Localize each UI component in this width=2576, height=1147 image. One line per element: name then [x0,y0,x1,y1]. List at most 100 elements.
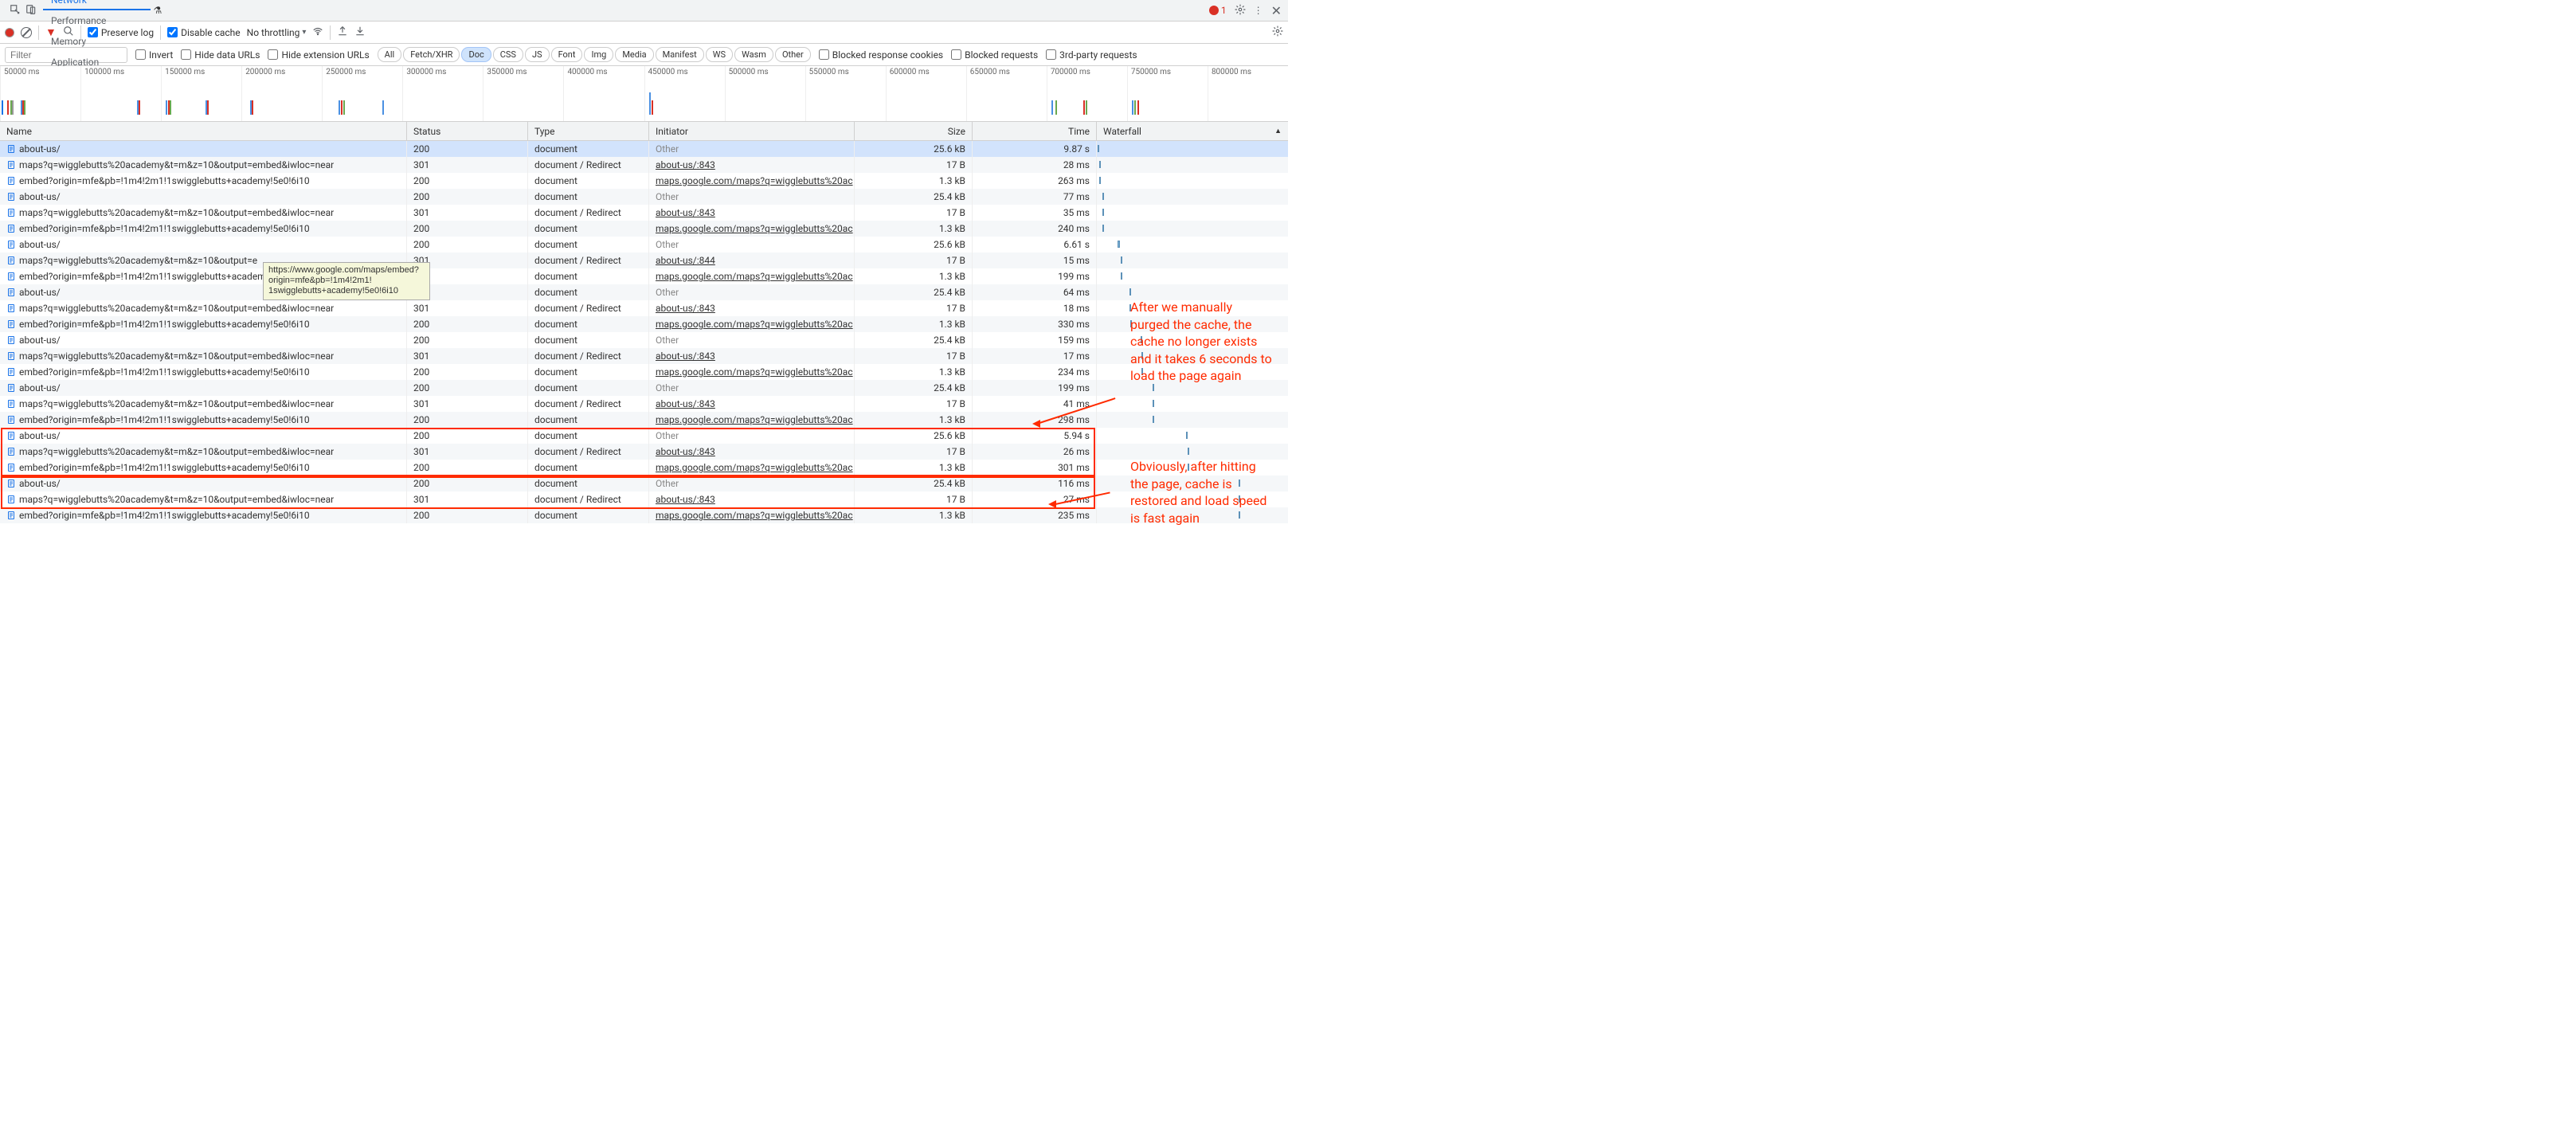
network-request-row[interactable]: embed?origin=mfe&pb=!1m4!2m1!1swigglebut… [0,460,1288,476]
column-header-type[interactable]: Type [528,122,649,140]
cell-name[interactable]: embed?origin=mfe&pb=!1m4!2m1!1swigglebut… [0,460,407,476]
cell-name[interactable]: about-us/ [0,380,407,396]
cell-name[interactable]: about-us/ [0,189,407,205]
cell-initiator[interactable]: about-us/:843 [649,300,855,316]
cell-name[interactable]: about-us/ [0,428,407,444]
column-header-status[interactable]: Status [407,122,528,140]
network-request-row[interactable]: maps?q=wigglebutts%20academy&t=m&z=10&ou… [0,348,1288,364]
filter-pill-ws[interactable]: WS [706,47,733,62]
network-request-row[interactable]: embed?origin=mfe&pb=!1m4!2m1!1swigglebut… [0,221,1288,237]
cell-name[interactable]: about-us/ [0,332,407,348]
filter-pill-fetch-xhr[interactable]: Fetch/XHR [403,47,460,62]
network-request-row[interactable]: about-us/200documentOther25.6 kB9.87 s [0,141,1288,157]
network-request-row[interactable]: embed?origin=mfe&pb=!1m4!2m1!1swigglebut… [0,507,1288,523]
kebab-menu-icon[interactable]: ⋮ [1254,5,1263,16]
cell-initiator[interactable]: maps.google.com/maps?q=wigglebutts%20ac [649,460,855,476]
blocked-requests-checkbox[interactable]: Blocked requests [951,49,1038,61]
cell-initiator[interactable]: about-us/:843 [649,157,855,173]
cell-initiator[interactable]: about-us/:843 [649,205,855,221]
network-request-row[interactable]: about-us/200documentOther25.4 kB64 ms [0,284,1288,300]
filter-pill-wasm[interactable]: Wasm [734,47,773,62]
column-header-time[interactable]: Time [973,122,1097,140]
network-request-row[interactable]: about-us/200documentOther25.4 kB116 ms [0,476,1288,491]
clear-network-button[interactable] [21,27,32,38]
cell-name[interactable]: maps?q=wigglebutts%20academy&t=m&z=10&ou… [0,157,407,173]
cell-initiator[interactable]: about-us/:844 [649,252,855,268]
cell-name[interactable]: maps?q=wigglebutts%20academy&t=m&z=10&ou… [0,396,407,412]
network-request-row[interactable]: embed?origin=mfe&pb=!1m4!2m1!1swigglebut… [0,268,1288,284]
error-count-badge[interactable]: 1 [1209,5,1227,16]
upload-har-icon[interactable] [337,25,348,40]
network-request-row[interactable]: maps?q=wigglebutts%20academy&t=m&z=10&ou… [0,252,1288,268]
cell-initiator[interactable]: maps.google.com/maps?q=wigglebutts%20ac [649,173,855,189]
cell-initiator[interactable]: maps.google.com/maps?q=wigglebutts%20ac [649,507,855,523]
filter-pill-media[interactable]: Media [615,47,653,62]
cell-initiator[interactable]: maps.google.com/maps?q=wigglebutts%20ac [649,268,855,284]
blocked-cookies-checkbox[interactable]: Blocked response cookies [819,49,943,61]
hide-ext-urls-checkbox[interactable]: Hide extension URLs [268,49,369,61]
column-header-size[interactable]: Size [855,122,973,140]
cell-name[interactable]: about-us/ [0,237,407,252]
settings-gear-icon[interactable] [1235,4,1246,18]
tab-network[interactable]: Network [43,0,151,10]
close-devtools-icon[interactable]: ✕ [1271,3,1282,18]
filter-pill-js[interactable]: JS [525,47,550,62]
cell-name[interactable]: embed?origin=mfe&pb=!1m4!2m1!1swigglebut… [0,364,407,380]
cell-initiator[interactable]: about-us/:843 [649,444,855,460]
filter-pill-other[interactable]: Other [775,47,811,62]
disable-cache-checkbox[interactable]: Disable cache [167,27,241,38]
column-header-waterfall[interactable]: Waterfall [1097,122,1288,140]
third-party-checkbox[interactable]: 3rd-party requests [1046,49,1137,61]
network-request-row[interactable]: about-us/200documentOther25.4 kB77 ms [0,189,1288,205]
cell-initiator[interactable]: about-us/:843 [649,348,855,364]
filter-pill-manifest[interactable]: Manifest [656,47,704,62]
cell-name[interactable]: maps?q=wigglebutts%20academy&t=m&z=10&ou… [0,444,407,460]
hide-data-urls-checkbox[interactable]: Hide data URLs [181,49,260,61]
network-request-row[interactable]: embed?origin=mfe&pb=!1m4!2m1!1swigglebut… [0,316,1288,332]
cell-name[interactable]: embed?origin=mfe&pb=!1m4!2m1!1swigglebut… [0,221,407,237]
cell-name[interactable]: embed?origin=mfe&pb=!1m4!2m1!1swigglebut… [0,316,407,332]
network-request-row[interactable]: maps?q=wigglebutts%20academy&t=m&z=10&ou… [0,157,1288,173]
tab-performance[interactable]: Performance [43,10,151,31]
network-request-row[interactable]: about-us/200documentOther25.6 kB5.94 s [0,428,1288,444]
filter-pill-img[interactable]: Img [584,47,613,62]
network-request-row[interactable]: embed?origin=mfe&pb=!1m4!2m1!1swigglebut… [0,364,1288,380]
network-request-row[interactable]: about-us/200documentOther25.4 kB199 ms [0,380,1288,396]
device-toggle-icon[interactable] [25,4,37,18]
throttling-select[interactable]: No throttling [247,27,307,38]
cell-name[interactable]: maps?q=wigglebutts%20academy&t=m&z=10&ou… [0,205,407,221]
column-header-name[interactable]: Name [0,122,407,140]
cell-initiator[interactable]: maps.google.com/maps?q=wigglebutts%20ac [649,316,855,332]
network-request-row[interactable]: embed?origin=mfe&pb=!1m4!2m1!1swigglebut… [0,412,1288,428]
inspect-element-icon[interactable] [10,4,21,18]
record-button[interactable] [5,28,14,37]
network-settings-gear-icon[interactable] [1272,25,1283,40]
timeline-overview[interactable]: 50000 ms100000 ms150000 ms200000 ms25000… [0,66,1288,122]
cell-initiator[interactable]: about-us/:843 [649,491,855,507]
download-har-icon[interactable] [354,25,366,40]
filter-pill-css[interactable]: CSS [493,47,523,62]
cell-name[interactable]: maps?q=wigglebutts%20academy&t=m&z=10&ou… [0,348,407,364]
network-request-row[interactable]: maps?q=wigglebutts%20academy&t=m&z=10&ou… [0,444,1288,460]
network-request-row[interactable]: about-us/200documentOther25.4 kB159 ms [0,332,1288,348]
cell-initiator[interactable]: maps.google.com/maps?q=wigglebutts%20ac [649,412,855,428]
network-request-row[interactable]: maps?q=wigglebutts%20academy&t=m&z=10&ou… [0,491,1288,507]
cell-initiator[interactable]: maps.google.com/maps?q=wigglebutts%20ac [649,364,855,380]
wifi-icon[interactable] [312,25,323,40]
network-request-row[interactable]: embed?origin=mfe&pb=!1m4!2m1!1swigglebut… [0,173,1288,189]
filter-pill-all[interactable]: All [378,47,402,62]
cell-initiator[interactable]: about-us/:843 [649,396,855,412]
tab-memory[interactable]: Memory [43,31,151,52]
cell-name[interactable]: about-us/ [0,141,407,157]
filter-pill-doc[interactable]: Doc [461,47,491,62]
filter-pill-font[interactable]: Font [551,47,583,62]
cell-name[interactable]: about-us/ [0,476,407,491]
column-header-initiator[interactable]: Initiator [649,122,855,140]
cell-initiator[interactable]: maps.google.com/maps?q=wigglebutts%20ac [649,221,855,237]
cell-name[interactable]: maps?q=wigglebutts%20academy&t=m&z=10&ou… [0,300,407,316]
cell-name[interactable]: embed?origin=mfe&pb=!1m4!2m1!1swigglebut… [0,507,407,523]
cell-name[interactable]: embed?origin=mfe&pb=!1m4!2m1!1swigglebut… [0,173,407,189]
cell-name[interactable]: maps?q=wigglebutts%20academy&t=m&z=10&ou… [0,491,407,507]
network-request-row[interactable]: maps?q=wigglebutts%20academy&t=m&z=10&ou… [0,205,1288,221]
cell-name[interactable]: embed?origin=mfe&pb=!1m4!2m1!1swigglebut… [0,412,407,428]
